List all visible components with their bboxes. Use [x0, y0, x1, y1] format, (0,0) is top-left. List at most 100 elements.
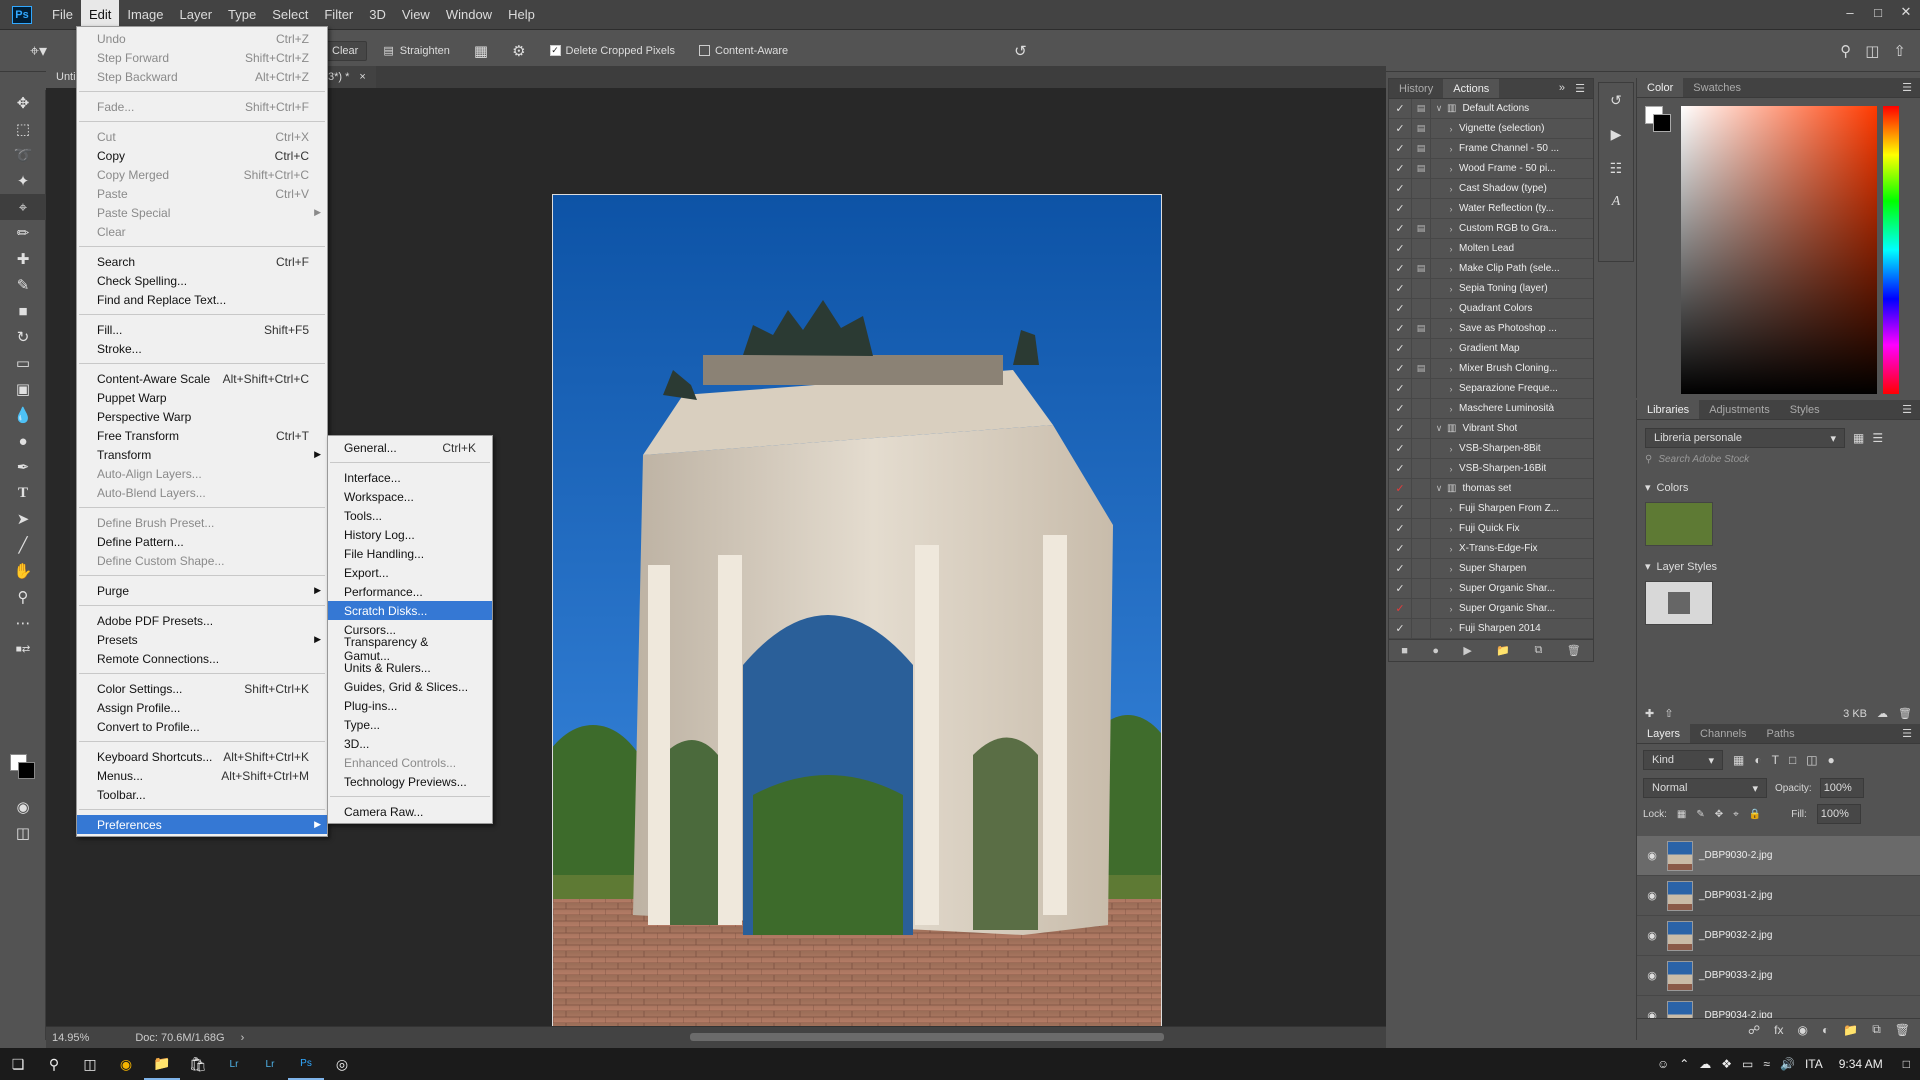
pref-menu-file-handling[interactable]: File Handling... [328, 544, 492, 563]
action-enabled-check-icon[interactable]: ✓ [1389, 282, 1411, 295]
filter-toggle-icon[interactable]: ● [1828, 753, 1835, 767]
action-row[interactable]: ✓ › Super Sharpen [1389, 558, 1593, 579]
language-indicator[interactable]: ITA [1805, 1057, 1823, 1071]
minimize-icon[interactable]: – [1836, 0, 1864, 24]
panel-menu-icon[interactable]: ☰ [1575, 82, 1585, 95]
layer-name[interactable]: _DBP9030-2.jpg [1699, 850, 1772, 861]
pref-menu-tools[interactable]: Tools... [328, 506, 492, 525]
add-mask-icon[interactable]: ◉ [1798, 1023, 1808, 1037]
edit-menu-puppet-warp[interactable]: Puppet Warp [77, 388, 327, 407]
link-layers-icon[interactable]: ☍ [1748, 1023, 1760, 1037]
menu-help[interactable]: Help [500, 0, 543, 30]
action-set-row[interactable]: ✓ ∨ ▥ Vibrant Shot [1389, 418, 1593, 439]
chevron-down-icon[interactable]: ∨ [1431, 483, 1447, 494]
hue-slider[interactable] [1883, 106, 1899, 394]
delete-icon[interactable]: 🗑 [1898, 707, 1912, 720]
lightroom-classic-icon[interactable]: Lr [252, 1048, 288, 1080]
edit-menu-adobe-pdf-presets[interactable]: Adobe PDF Presets... [77, 611, 327, 630]
clock[interactable]: 9:34 AM [1839, 1057, 1883, 1071]
action-row[interactable]: ✓ › Fuji Quick Fix [1389, 518, 1593, 539]
chevron-right-icon[interactable]: › [1443, 224, 1459, 234]
clone-stamp-tool-icon[interactable]: ■ [0, 298, 46, 324]
action-row[interactable]: ✓ › Fuji Sharpen 2014 [1389, 618, 1593, 639]
action-enabled-check-icon[interactable]: ✓ [1389, 162, 1411, 175]
chevron-right-icon[interactable]: › [1443, 284, 1459, 294]
action-enabled-check-icon[interactable]: ✓ [1389, 382, 1411, 395]
people-icon[interactable]: ☺ [1657, 1057, 1669, 1071]
layer-row[interactable]: ◉ _DBP9031-2.jpg [1637, 876, 1920, 916]
action-enabled-check-icon[interactable]: ✓ [1389, 242, 1411, 255]
close-icon[interactable]: ✕ [1892, 0, 1920, 24]
edit-menu-transform[interactable]: Transform ▶ [77, 445, 327, 464]
chevron-right-icon[interactable]: › [1443, 604, 1459, 614]
menu-view[interactable]: View [394, 0, 438, 30]
marquee-tool-icon[interactable]: ⬚ [0, 116, 46, 142]
action-row[interactable]: ✓ › Fuji Sharpen From Z... [1389, 498, 1593, 519]
chevron-right-icon[interactable]: › [1443, 124, 1459, 134]
dialog-toggle-icon[interactable]: ▤ [1411, 358, 1431, 379]
tab-swatches[interactable]: Swatches [1683, 78, 1751, 97]
shape-filter-icon[interactable]: □ [1789, 753, 1796, 767]
action-enabled-check-icon[interactable]: ✓ [1389, 342, 1411, 355]
chevron-down-icon[interactable]: ∨ [1431, 103, 1447, 114]
pref-menu-type[interactable]: Type... [328, 715, 492, 734]
pref-menu-units-rulers[interactable]: Units & Rulers... [328, 658, 492, 677]
chevron-right-icon[interactable]: › [1443, 264, 1459, 274]
chevron-right-icon[interactable]: › [1443, 204, 1459, 214]
dialog-toggle-icon[interactable] [1411, 458, 1431, 479]
action-row[interactable]: ✓ › Water Reflection (ty... [1389, 198, 1593, 219]
edit-menu-assign-profile[interactable]: Assign Profile... [77, 698, 327, 717]
chevron-right-icon[interactable]: › [1443, 344, 1459, 354]
edit-menu-presets[interactable]: Presets ▶ [77, 630, 327, 649]
type-filter-icon[interactable]: T [1772, 753, 1779, 767]
smart-object-filter-icon[interactable]: ◫ [1806, 753, 1817, 767]
adjustment-filter-icon[interactable]: ◐ [1754, 753, 1761, 767]
task-view-icon[interactable]: ◫ [72, 1048, 108, 1080]
dodge-tool-icon[interactable]: ● [0, 428, 46, 454]
action-row[interactable]: ✓ ▤ › Custom RGB to Gra... [1389, 218, 1593, 239]
visibility-eye-icon[interactable]: ◉ [1637, 889, 1667, 902]
dialog-toggle-icon[interactable] [1411, 378, 1431, 399]
visibility-eye-icon[interactable]: ◉ [1637, 929, 1667, 942]
new-set-icon[interactable]: 📁 [1496, 644, 1510, 657]
wifi-icon[interactable]: ≈ [1763, 1057, 1770, 1071]
layer-filter-select[interactable]: Kind ▾ [1643, 750, 1723, 770]
new-layer-icon[interactable]: ⧉ [1872, 1022, 1881, 1037]
action-enabled-check-icon[interactable]: ✓ [1389, 622, 1411, 635]
color-picker-field[interactable] [1681, 106, 1877, 394]
action-enabled-check-icon[interactable]: ✓ [1389, 222, 1411, 235]
edit-menu-content-aware-scale[interactable]: Content-Aware Scale Alt+Shift+Ctrl+C [77, 369, 327, 388]
action-row[interactable]: ✓ › Cast Shadow (type) [1389, 178, 1593, 199]
action-row[interactable]: ✓ › Molten Lead [1389, 238, 1593, 259]
dialog-toggle-icon[interactable]: ▤ [1411, 158, 1431, 179]
edit-menu-preferences[interactable]: Preferences ▶ [77, 815, 327, 834]
gear-icon[interactable]: ⚙ [504, 41, 533, 61]
edit-menu-free-transform[interactable]: Free Transform Ctrl+T [77, 426, 327, 445]
chevron-right-icon[interactable]: › [1443, 564, 1459, 574]
dialog-toggle-icon[interactable] [1411, 438, 1431, 459]
pref-menu-camera-raw[interactable]: Camera Raw... [328, 802, 492, 821]
stock-search[interactable]: ⚲ Search Adobe Stock [1637, 448, 1920, 471]
action-enabled-check-icon[interactable]: ✓ [1389, 422, 1411, 435]
action-enabled-check-icon[interactable]: ✓ [1389, 582, 1411, 595]
dialog-toggle-icon[interactable] [1411, 338, 1431, 359]
edit-menu-keyboard-shortcuts[interactable]: Keyboard Shortcuts... Alt+Shift+Ctrl+K [77, 747, 327, 766]
record-icon[interactable]: ● [1432, 645, 1439, 657]
pen-tool-icon[interactable]: ✒ [0, 454, 46, 480]
dialog-toggle-icon[interactable] [1411, 298, 1431, 319]
pref-menu-scratch-disks[interactable]: Scratch Disks... [328, 601, 492, 620]
action-enabled-check-icon[interactable]: ✓ [1389, 562, 1411, 575]
tab-layers[interactable]: Layers [1637, 724, 1691, 743]
action-row[interactable]: ✓ ▤ › Make Clip Path (sele... [1389, 258, 1593, 279]
eyedropper-tool-icon[interactable]: ✏ [0, 220, 46, 246]
menu-3d[interactable]: 3D [361, 0, 394, 30]
magic-wand-tool-icon[interactable]: ✦ [0, 168, 46, 194]
pref-menu-plug-ins[interactable]: Plug-ins... [328, 696, 492, 715]
panel-menu-icon[interactable]: ☰ [1902, 727, 1912, 740]
stop-icon[interactable]: ■ [1401, 645, 1408, 657]
type-tool-icon[interactable]: T [0, 480, 46, 506]
action-row[interactable]: ✓ ▤ › Frame Channel - 50 ... [1389, 138, 1593, 159]
lock-position-icon[interactable]: ✥ [1715, 809, 1723, 820]
healing-brush-tool-icon[interactable]: ✚ [0, 246, 46, 272]
panel-menu-icon[interactable]: ☰ [1902, 81, 1912, 94]
